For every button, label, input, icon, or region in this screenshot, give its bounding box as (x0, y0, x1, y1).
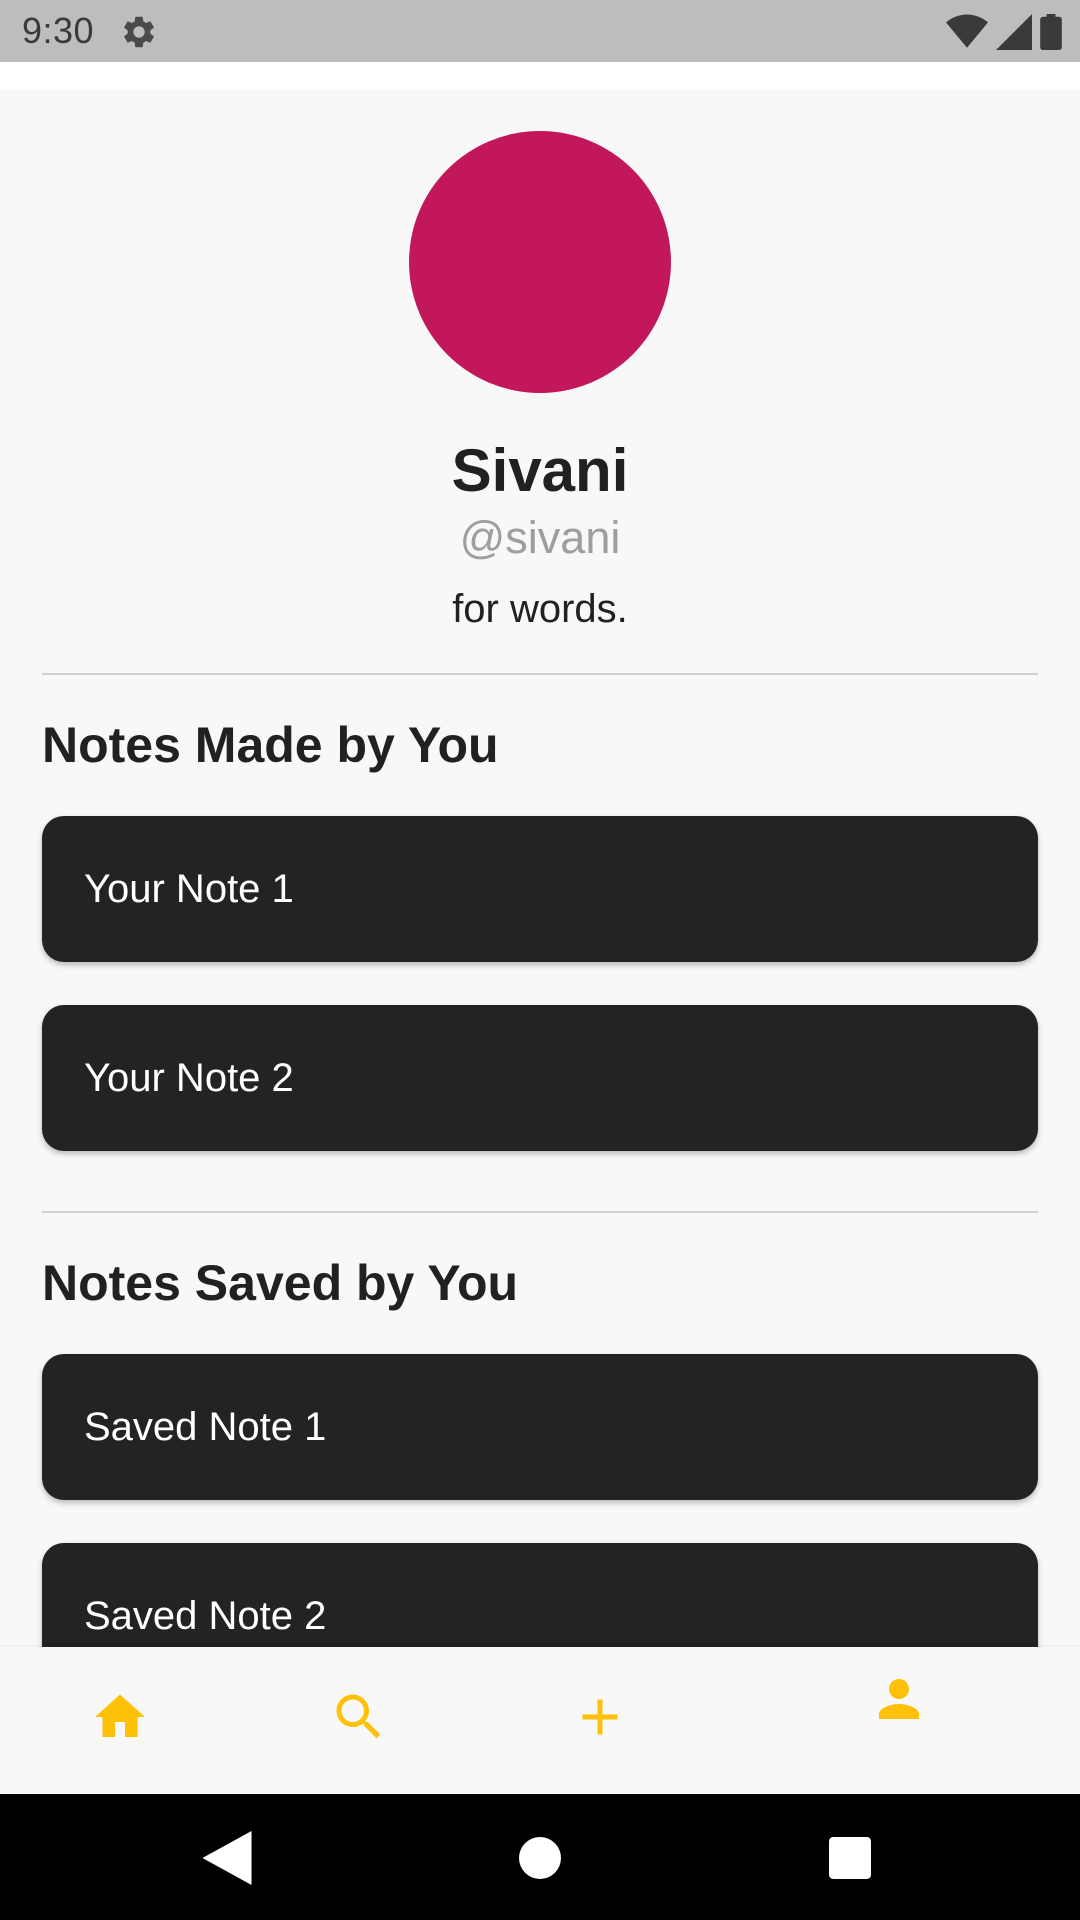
search-icon (336, 1694, 381, 1739)
back-icon (202, 1831, 252, 1885)
divider (42, 1211, 1038, 1213)
status-icons (946, 12, 1062, 52)
home-circle-icon (519, 1837, 561, 1879)
divider (42, 673, 1038, 675)
home-icon (95, 1694, 145, 1737)
note-card[interactable]: Your Note 1 (42, 816, 1038, 962)
wifi-icon (946, 14, 988, 48)
profile-bio: for words. (452, 587, 628, 631)
cell-signal-icon (996, 14, 1032, 50)
recents-icon (829, 1837, 871, 1879)
nav-search-button[interactable] (319, 1677, 399, 1757)
toolbar-strip (0, 62, 1080, 90)
system-nav-bar (0, 1794, 1080, 1920)
avatar[interactable] (409, 131, 671, 393)
profile-icon (879, 1679, 919, 1719)
section-title-made: Notes Made by You (42, 717, 499, 773)
bottom-nav (0, 1647, 1080, 1794)
status-time: 9:30 (22, 10, 95, 51)
profile-handle: @sivani (459, 512, 621, 563)
section-title-saved: Notes Saved by You (42, 1255, 519, 1311)
battery-icon (1040, 14, 1062, 50)
settings-icon (124, 16, 154, 48)
system-recents-button[interactable] (818, 1826, 882, 1890)
add-icon (582, 1699, 618, 1735)
nav-profile-button[interactable] (859, 1659, 939, 1739)
status-bar: 9:30 (0, 0, 1080, 62)
profile-name: Sivani (451, 437, 629, 504)
system-back-button[interactable] (195, 1826, 259, 1890)
nav-home-button[interactable] (80, 1677, 160, 1757)
profile-screen: 9:30 Sivani @sivani for words. Notes Mad… (0, 0, 1080, 1920)
note-card[interactable]: Your Note 2 (42, 1005, 1038, 1151)
system-home-button[interactable] (508, 1826, 572, 1890)
note-card[interactable]: Saved Note 1 (42, 1354, 1038, 1500)
nav-add-button[interactable] (560, 1677, 640, 1757)
